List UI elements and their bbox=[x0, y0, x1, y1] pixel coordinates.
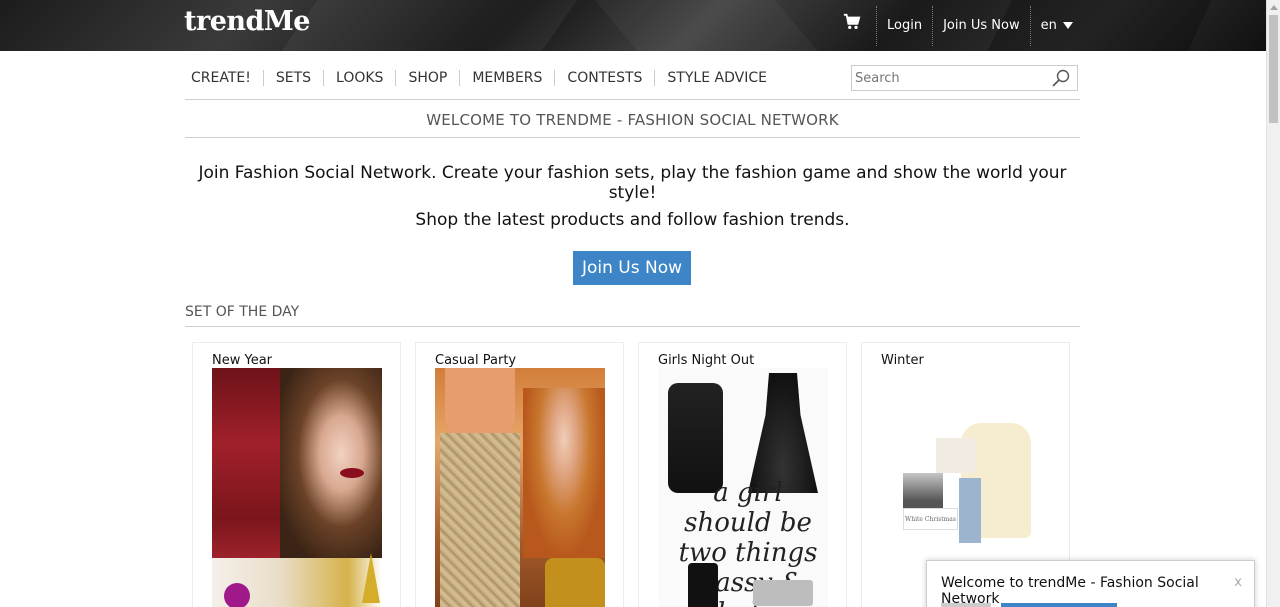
nav-style-advice[interactable]: STYLE ADVICE bbox=[655, 70, 779, 86]
set-card[interactable]: New Year bbox=[192, 342, 401, 607]
nav-sets[interactable]: SETS bbox=[264, 70, 325, 86]
nav-looks[interactable]: LOOKS bbox=[324, 70, 397, 86]
model-graphic bbox=[280, 368, 382, 558]
vest-graphic bbox=[668, 383, 723, 493]
toast-secondary-button[interactable] bbox=[941, 603, 991, 607]
set-card-title[interactable]: New Year bbox=[212, 353, 272, 368]
divider bbox=[185, 326, 1080, 327]
set-card[interactable]: Girls Night Out a girl should be two thi… bbox=[638, 342, 847, 607]
divider bbox=[185, 99, 1080, 100]
jeans-graphic bbox=[959, 478, 981, 543]
search-box bbox=[851, 65, 1078, 91]
logo[interactable]: trendMe bbox=[184, 6, 310, 37]
intro-text-secondary: Shop the latest products and follow fash… bbox=[415, 210, 850, 230]
scrollbar[interactable] bbox=[1266, 0, 1280, 607]
set-card-title[interactable]: Girls Night Out bbox=[658, 353, 754, 368]
welcome-title: WELCOME TO TRENDME - FASHION SOCIAL NETW… bbox=[426, 111, 839, 129]
topbar-decoration bbox=[268, 0, 592, 51]
chevron-down-icon bbox=[1062, 22, 1073, 29]
section-title: SET OF THE DAY bbox=[185, 304, 300, 320]
lips-graphic bbox=[340, 468, 364, 478]
card-graphic: White Christmas bbox=[903, 508, 958, 530]
nav-shop[interactable]: SHOP bbox=[396, 70, 461, 86]
toast-primary-button[interactable] bbox=[1001, 603, 1117, 607]
language-label: en bbox=[1040, 18, 1057, 33]
welcome-toast: Welcome to trendMe - Fashion Social Netw… bbox=[926, 560, 1255, 607]
topbar-decoration bbox=[586, 0, 834, 51]
clutch-graphic bbox=[753, 580, 813, 606]
photo-graphic bbox=[903, 473, 943, 508]
search-input[interactable] bbox=[852, 66, 1042, 90]
tee-graphic bbox=[936, 438, 976, 473]
login-link[interactable]: Login bbox=[877, 18, 932, 33]
cart-icon[interactable] bbox=[843, 13, 861, 31]
boot-graphic bbox=[688, 563, 718, 607]
set-image[interactable] bbox=[435, 368, 605, 607]
set-card[interactable]: Casual Party bbox=[415, 342, 624, 607]
top-bar: trendMe Login Join Us Now en bbox=[0, 0, 1266, 51]
set-image[interactable]: a girl should be two things classy & fab… bbox=[658, 368, 828, 607]
set-card-title[interactable]: Casual Party bbox=[435, 353, 516, 368]
pants-graphic bbox=[440, 433, 520, 607]
close-icon[interactable]: x bbox=[1234, 575, 1242, 590]
nav-contests[interactable]: CONTESTS bbox=[555, 70, 656, 86]
divider bbox=[185, 137, 1080, 138]
scrollbar-thumb[interactable] bbox=[1269, 15, 1278, 123]
language-selector[interactable]: en bbox=[1031, 18, 1083, 33]
nav-members[interactable]: MEMBERS bbox=[460, 70, 556, 86]
nav-create[interactable]: CREATE! bbox=[185, 70, 264, 86]
top-graphic bbox=[445, 368, 515, 438]
model-graphic bbox=[523, 388, 605, 558]
ornament-graphic bbox=[224, 583, 250, 607]
scroll-up-icon[interactable] bbox=[1270, 5, 1278, 10]
bag-graphic bbox=[545, 558, 605, 607]
join-link[interactable]: Join Us Now bbox=[933, 18, 1030, 33]
main-nav: CREATE! SETS LOOKS SHOP MEMBERS CONTESTS… bbox=[185, 66, 779, 90]
account-nav: Login Join Us Now en bbox=[876, 0, 1083, 51]
tree-graphic bbox=[362, 553, 380, 603]
join-us-button[interactable]: Join Us Now bbox=[573, 251, 691, 285]
set-image[interactable] bbox=[212, 368, 382, 607]
search-icon[interactable] bbox=[1051, 68, 1071, 88]
intro-text: Join Fashion Social Network. Create your… bbox=[198, 163, 1067, 203]
set-card-title[interactable]: Winter bbox=[881, 353, 924, 368]
